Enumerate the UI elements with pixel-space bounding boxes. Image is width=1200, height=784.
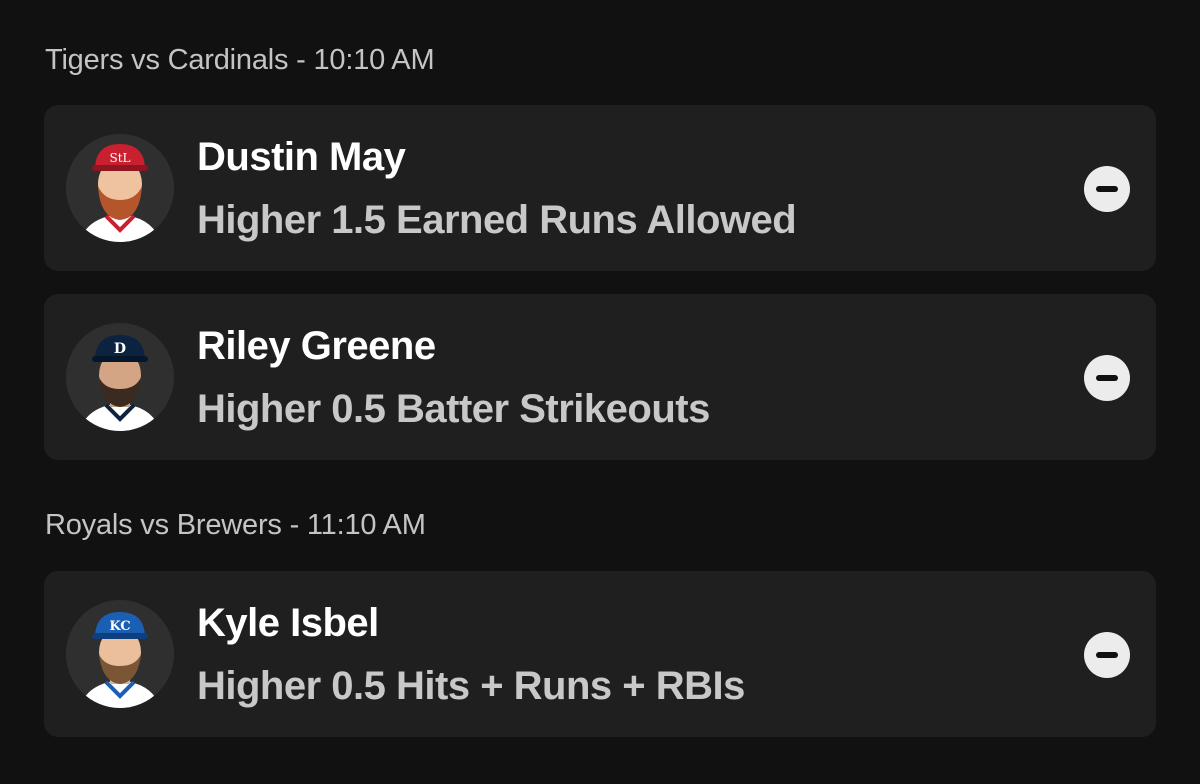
player-name: Riley Greene — [197, 324, 436, 368]
pick-card-dustin-may[interactable]: StL Dustin May Higher 1.5 Earned Runs Al… — [44, 105, 1156, 271]
game-header-tigers-cardinals: Tigers vs Cardinals - 10:10 AM — [45, 44, 435, 76]
minus-circle-icon — [1096, 652, 1118, 658]
player-name: Kyle Isbel — [197, 601, 379, 645]
svg-text:StL: StL — [109, 151, 130, 165]
remove-pick-button[interactable] — [1084, 632, 1130, 678]
svg-text:KC: KC — [109, 619, 130, 634]
player-avatar: StL — [66, 134, 174, 242]
pick-card-kyle-isbel[interactable]: KC Kyle Isbel Higher 0.5 Hits + Runs + R… — [44, 571, 1156, 737]
prop-line: Higher 1.5 Earned Runs Allowed — [197, 198, 797, 242]
remove-pick-button[interactable] — [1084, 355, 1130, 401]
prop-line: Higher 0.5 Hits + Runs + RBIs — [197, 664, 745, 708]
prop-line: Higher 0.5 Batter Strikeouts — [197, 387, 710, 431]
player-avatar: D — [66, 323, 174, 431]
player-avatar: KC — [66, 600, 174, 708]
game-header-royals-brewers: Royals vs Brewers - 11:10 AM — [45, 509, 426, 541]
pick-card-riley-greene[interactable]: D Riley Greene Higher 0.5 Batter Strikeo… — [44, 294, 1156, 460]
svg-text:D: D — [114, 341, 126, 357]
minus-circle-icon — [1096, 375, 1118, 381]
remove-pick-button[interactable] — [1084, 166, 1130, 212]
minus-circle-icon — [1096, 186, 1118, 192]
player-name: Dustin May — [197, 135, 406, 179]
